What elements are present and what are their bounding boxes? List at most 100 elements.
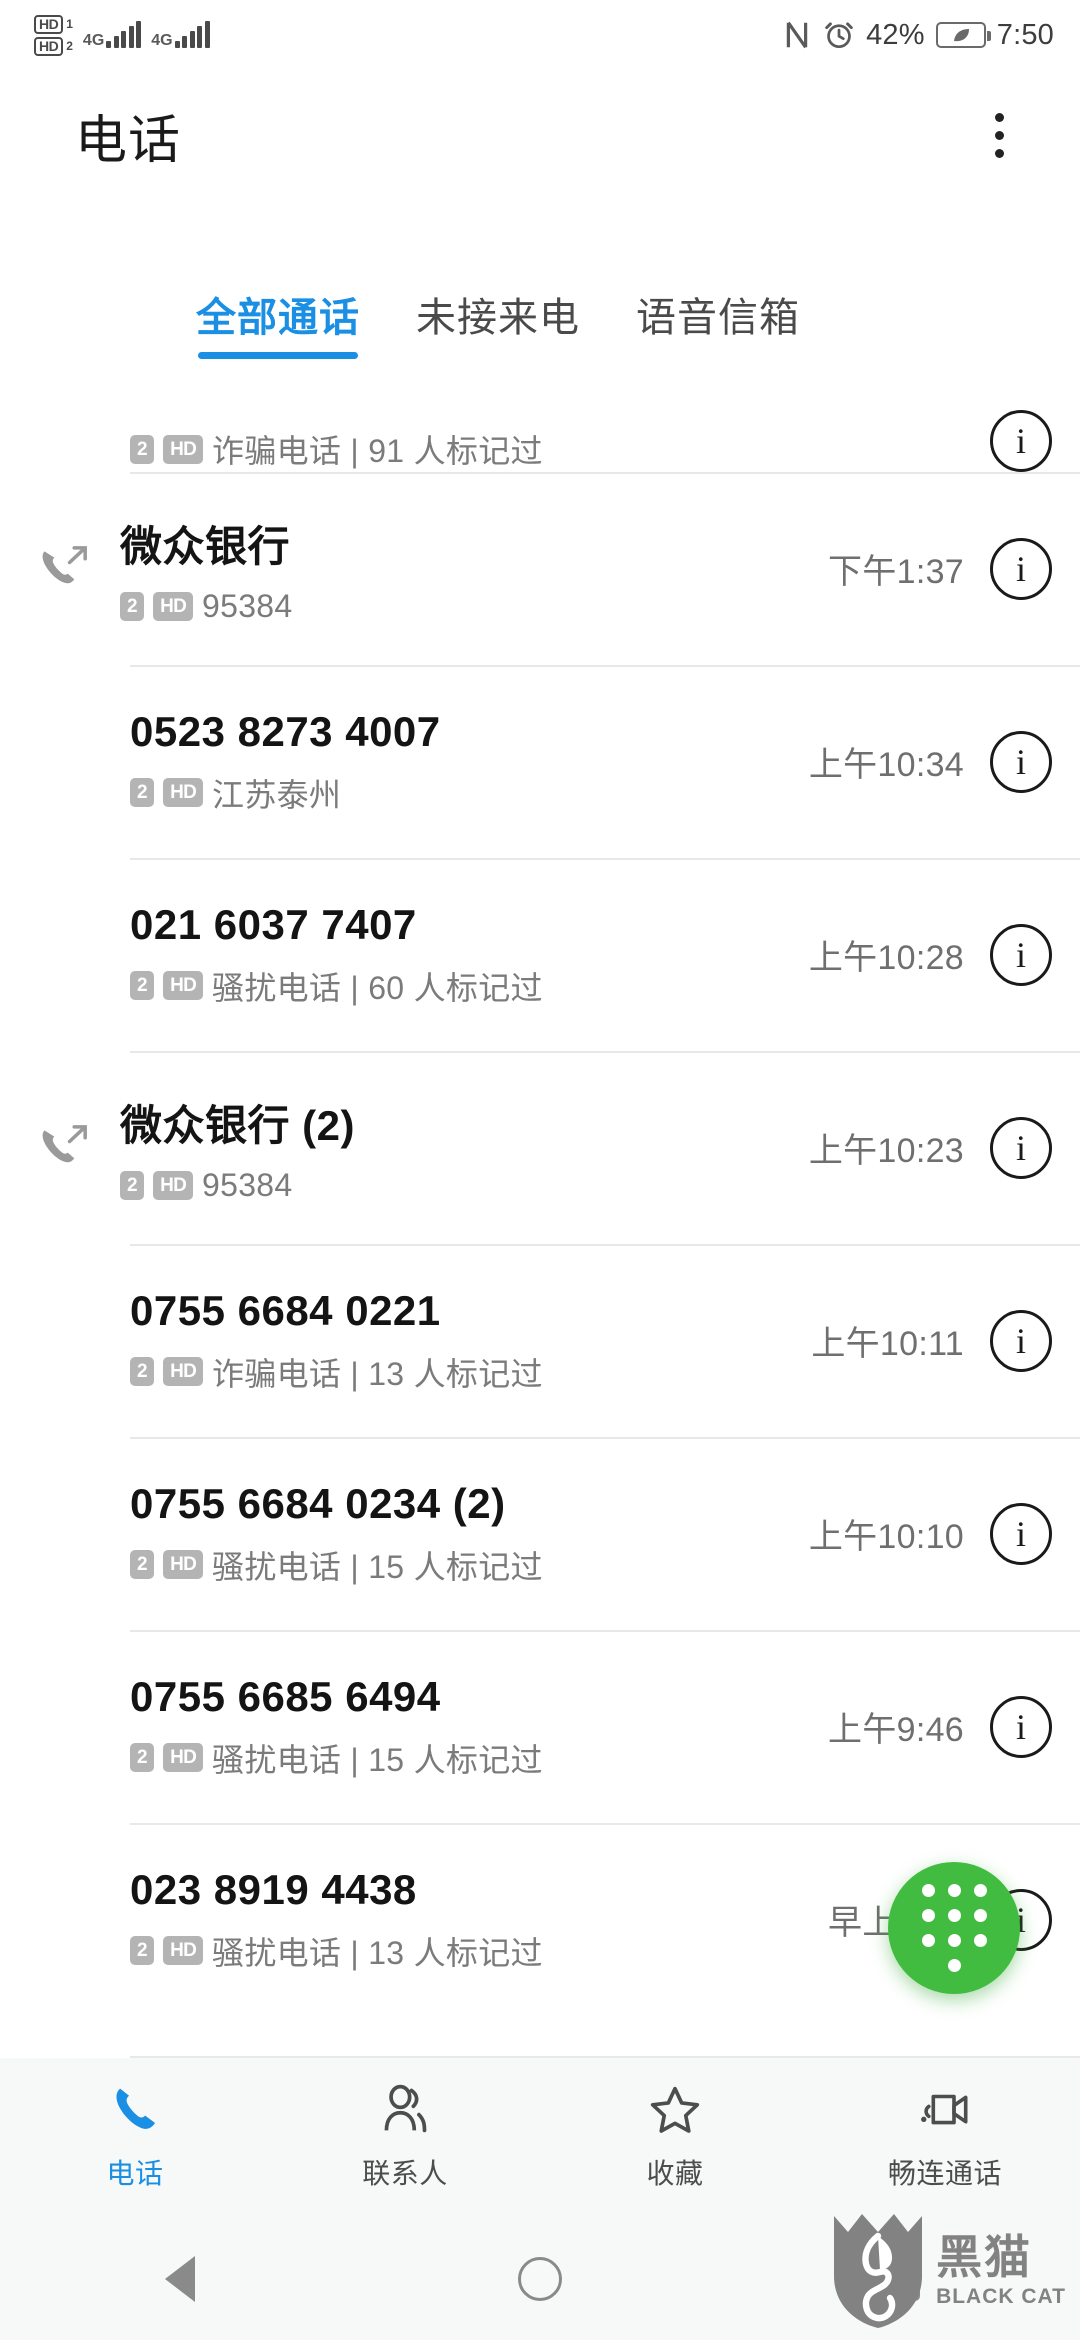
nav-item-favorites-label: 收藏 [646, 2158, 704, 2189]
hd-badge: HD [153, 1170, 194, 1200]
call-details-button[interactable]: i [990, 537, 1052, 600]
tab-all-calls[interactable]: 全部通话 [196, 285, 360, 363]
sim-number-2: 2 [66, 39, 73, 53]
table-row[interactable]: 0755 6684 0234 (2) 2 HD 骚扰电话 | 15 人标记过 上… [0, 1437, 1080, 1630]
call-details-button[interactable]: i [990, 1502, 1052, 1565]
status-bar-left: HD 1 HD 2 4G 4G [34, 14, 210, 56]
call-entry-subtitle-row: 2 HD 江苏泰州 [130, 770, 809, 816]
network-type-1: 4G [82, 32, 105, 49]
sim-badge: 2 [130, 1743, 155, 1772]
call-entry-info: 微众银行 2 HD 95384 [110, 513, 828, 625]
table-row[interactable]: 2 HD 诈骗电话 | 91 人标记过 下午1:59 i [0, 393, 1080, 472]
call-entry-subtitle-row: 2 HD 骚扰电话 | 13 人标记过 [130, 1928, 828, 1974]
tab-missed-calls-label: 未接来电 [416, 296, 580, 340]
sim-badge: 2 [130, 434, 155, 464]
call-entry-info: 021 6037 7407 2 HD 骚扰电话 | 60 人标记过 [0, 901, 809, 1009]
hd-badge: HD [163, 1550, 204, 1579]
watermark-text: 黑猫 BLACK CAT [936, 2234, 1066, 2309]
sim-number-1: 1 [66, 17, 73, 31]
alarm-icon [825, 22, 853, 49]
video-call-icon [921, 2094, 968, 2125]
call-entry-info: 0755 6685 6494 2 HD 骚扰电话 | 15 人标记过 [0, 1673, 828, 1781]
contacts-icon [384, 2084, 427, 2133]
hd-badge: HD [163, 1743, 204, 1772]
info-icon: i [1015, 934, 1026, 975]
table-row[interactable]: 微众银行 2 HD 95384 下午1:37 i [0, 472, 1080, 665]
call-entry-subtitle-row: 2 HD 骚扰电话 | 60 人标记过 [130, 963, 809, 1009]
call-entry-subtitle: 诈骗电话 | 13 人标记过 [212, 1355, 543, 1392]
black-cat-logo-icon [834, 2214, 923, 2328]
watermark-en: BLACK CAT [936, 2284, 1066, 2308]
signal-group-1: 4G [82, 21, 142, 49]
table-row[interactable]: 0523 8273 4007 2 HD 江苏泰州 上午10:34 i [0, 665, 1080, 858]
hd-icon-1: HD [34, 14, 64, 34]
home-circle-icon [518, 2257, 562, 2301]
nav-item-video-call-label: 畅连通话 [887, 2158, 1002, 2189]
leaf-icon [953, 29, 969, 42]
tab-voicemail[interactable]: 语音信箱 [636, 285, 800, 363]
table-row[interactable]: 0755 6684 0221 2 HD 诈骗电话 | 13 人标记过 上午10:… [0, 1244, 1080, 1437]
nav-item-contacts-label: 联系人 [362, 2158, 448, 2189]
call-entry-title: 0755 6685 6494 [130, 1672, 441, 1720]
list-divider [130, 1823, 1080, 1825]
back-button[interactable] [0, 2256, 360, 2302]
table-row[interactable]: 021 6037 7407 2 HD 骚扰电话 | 60 人标记过 上午10:2… [0, 858, 1080, 1051]
call-entry-time: 上午10:10 [808, 1518, 964, 1556]
table-row[interactable]: 0755 6685 6494 2 HD 骚扰电话 | 15 人标记过 上午9:4… [0, 1630, 1080, 1823]
call-entry-subtitle-row: 2 HD 诈骗电话 | 13 人标记过 [130, 1349, 811, 1395]
bottom-navigation-bar: 电话 联系人 收藏 畅连通话 [0, 2058, 1080, 2218]
call-entry-subtitle: 骚扰电话 | 60 人标记过 [212, 969, 543, 1006]
phone-outgoing-icon [42, 1124, 87, 1162]
call-entry-subtitle: 江苏泰州 [212, 776, 342, 813]
nav-item-video-call[interactable]: 畅连通话 [810, 2058, 1080, 2218]
nav-item-contacts[interactable]: 联系人 [270, 2058, 540, 2218]
call-entry-time: 上午10:34 [808, 746, 964, 784]
hd-badge: HD [163, 434, 204, 464]
call-entry-subtitle: 骚扰电话 | 13 人标记过 [212, 1934, 543, 1971]
signal-bars-icon-2 [174, 21, 210, 48]
home-button[interactable] [360, 2257, 720, 2301]
list-divider [130, 665, 1080, 667]
call-details-button[interactable]: i [990, 1116, 1052, 1179]
sim-badge: 2 [130, 971, 155, 1000]
network-type-2: 4G [151, 32, 173, 49]
call-entry-subtitle: 骚扰电话 | 15 人标记过 [212, 1741, 543, 1778]
list-divider [130, 858, 1080, 860]
table-row[interactable]: 微众银行 (2) 2 HD 95384 上午10:23 i [0, 1051, 1080, 1244]
phone-app-screen: HD 1 HD 2 4G 4G 42% 7:50 电话 全部通话 未接来电 语音… [0, 0, 1080, 2340]
dialpad-icon [921, 1884, 987, 1972]
call-log-list[interactable]: 2 HD 诈骗电话 | 91 人标记过 下午1:59 i 微众银行 [0, 393, 1080, 2058]
call-entry-subtitle: 95384 [202, 1166, 293, 1203]
tab-missed-calls[interactable]: 未接来电 [416, 285, 580, 363]
tab-bar: 全部通话 未接来电 语音信箱 [0, 285, 1080, 385]
call-details-button[interactable]: i [990, 730, 1052, 793]
info-icon: i [1015, 421, 1026, 461]
list-divider [130, 1051, 1080, 1053]
call-entry-title: 0755 6684 0221 [130, 1286, 441, 1334]
call-entry-subtitle-row: 2 HD 骚扰电话 | 15 人标记过 [130, 1542, 809, 1588]
dialpad-fab-button[interactable] [888, 1862, 1020, 1994]
hd-badge: HD [163, 778, 204, 807]
call-entry-subtitle: 骚扰电话 | 15 人标记过 [212, 1548, 543, 1585]
watermark-cn: 黑猫 [936, 2230, 1033, 2283]
nav-item-phone[interactable]: 电话 [0, 2058, 270, 2218]
signal-bars-icon-1 [106, 21, 142, 48]
call-details-button[interactable]: i [990, 1309, 1052, 1372]
info-icon: i [1015, 1320, 1026, 1361]
list-divider [130, 1630, 1080, 1632]
call-details-button[interactable]: i [990, 1695, 1052, 1758]
more-vertical-icon[interactable] [979, 99, 1020, 172]
call-details-button[interactable]: i [990, 410, 1052, 472]
call-entry-info: 0755 6684 0221 2 HD 诈骗电话 | 13 人标记过 [0, 1287, 811, 1395]
list-divider [130, 1244, 1080, 1246]
info-icon: i [1015, 1513, 1026, 1554]
battery-saver-icon [935, 22, 991, 48]
call-entry-time: 下午1:37 [828, 553, 964, 591]
nav-item-favorites[interactable]: 收藏 [540, 2058, 810, 2218]
hd-badge: HD [163, 971, 204, 1000]
hd-badge: HD [163, 1936, 204, 1965]
call-entry-title: 023 8919 4438 [130, 1865, 417, 1913]
call-details-button[interactable]: i [990, 923, 1052, 986]
star-icon [650, 2086, 700, 2133]
hd-badge: HD [163, 1357, 204, 1386]
